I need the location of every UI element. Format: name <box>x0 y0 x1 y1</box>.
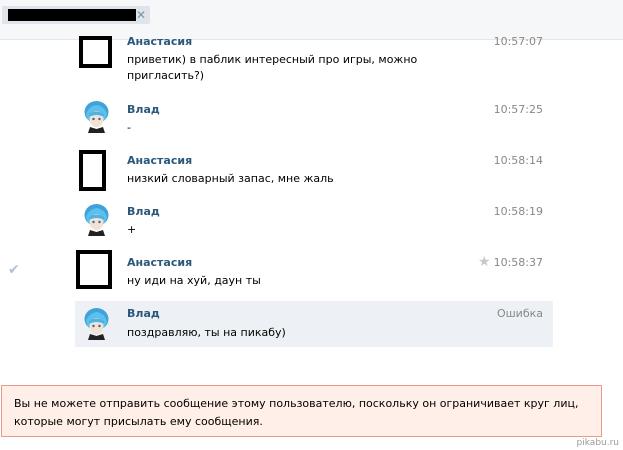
message-time[interactable]: 10:58:19 <box>494 205 543 218</box>
message-text: поздравляю, ты на пикабу) <box>127 326 286 339</box>
close-icon[interactable]: ✕ <box>134 6 148 24</box>
message-time[interactable]: 10:58:37 <box>494 256 543 269</box>
message-sender[interactable]: Анастасия <box>127 256 192 269</box>
message-time[interactable]: 10:57:07 <box>494 35 543 48</box>
message-text: низкий словарный запас, мне жаль <box>127 172 334 185</box>
avatar[interactable] <box>82 100 111 133</box>
send-restricted-warning: Вы не можете отправить сообщение этому п… <box>1 385 602 437</box>
avatar[interactable] <box>82 203 111 236</box>
message-item-failed[interactable]: Влад Ошибка поздравляю, ты на пикабу) <box>75 301 553 347</box>
message-item: Анастасия 10:57:07 приветик) в паблик ин… <box>75 32 553 92</box>
message-text: - <box>127 121 131 134</box>
message-time[interactable]: 10:57:25 <box>494 103 543 116</box>
message-sender[interactable]: Анастасия <box>127 35 192 48</box>
message-item: Анастасия 10:58:14 низкий словарный запа… <box>75 148 553 194</box>
avatar-redacted <box>79 36 112 68</box>
message-time[interactable]: 10:58:14 <box>494 154 543 167</box>
message-item: Анастасия ★ 10:58:37 ну иди на хуй, даун… <box>75 250 553 296</box>
message-sender[interactable]: Влад <box>127 307 160 320</box>
read-check-icon: ✔ <box>8 262 20 278</box>
message-error-status[interactable]: Ошибка <box>497 307 543 320</box>
message-text: + <box>127 223 137 236</box>
message-text: приветик) в паблик интересный про игры, … <box>127 53 418 82</box>
avatar-redacted <box>76 250 112 289</box>
watermark: pikabu.ru <box>576 438 619 448</box>
message-sender[interactable]: Влад <box>127 103 160 116</box>
message-text: ну иди на хуй, даун ты <box>127 274 261 287</box>
message-sender[interactable]: Влад <box>127 205 160 218</box>
message-item: Влад 10:58:19 + <box>75 199 553 243</box>
message-sender[interactable]: Анастасия <box>127 154 192 167</box>
redacted-name <box>8 9 136 21</box>
message-item: Влад 10:57:25 - <box>75 97 553 139</box>
avatar[interactable] <box>82 307 111 340</box>
avatar-redacted <box>79 150 106 191</box>
star-icon[interactable]: ★ <box>478 254 491 270</box>
recipient-chip[interactable]: ✕ <box>2 6 150 24</box>
